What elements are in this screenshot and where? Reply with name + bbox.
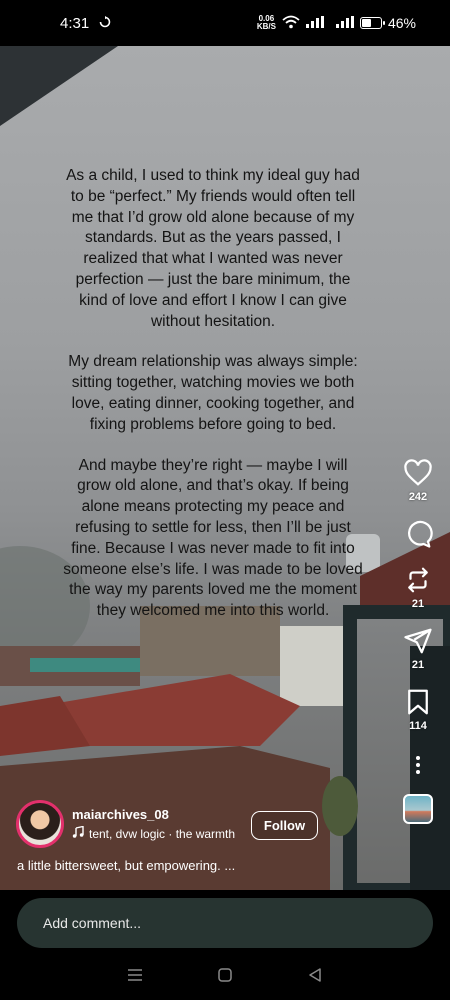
status-left: 4:31 (60, 15, 111, 32)
share-count: 21 (411, 659, 425, 671)
status-right: 0.06 KB/S 46% (257, 15, 416, 32)
back-button[interactable] (295, 955, 335, 995)
roof-edge-top (0, 46, 118, 126)
battery-fill (361, 19, 372, 27)
bookmark-icon (408, 689, 428, 715)
recent-apps-icon (128, 969, 142, 981)
audio-thumbnail[interactable] (403, 794, 433, 824)
comment-button[interactable] (403, 519, 433, 549)
repost-count: 21 (411, 598, 425, 610)
home-icon (218, 968, 232, 982)
wifi-icon (282, 15, 300, 32)
recent-apps-button[interactable] (115, 955, 155, 995)
username[interactable]: maiarchives_08 (72, 807, 242, 822)
share-button[interactable]: 21 (403, 626, 433, 671)
save-button[interactable]: 114 (403, 687, 433, 732)
system-nav-bar (0, 950, 450, 1000)
back-icon (309, 968, 321, 982)
net-speed: 0.06 KB/S (257, 15, 276, 31)
comment-placeholder: Add comment... (43, 915, 142, 931)
author-block: maiarchives_08 tent, dvw logic · the war… (16, 800, 242, 848)
home-button[interactable] (205, 955, 245, 995)
comment-input[interactable]: Add comment... (17, 898, 433, 948)
heart-icon (404, 459, 432, 486)
audio-title: tent, dvw logic · the warmth (89, 826, 236, 841)
like-count: 242 (408, 491, 428, 503)
save-count: 114 (409, 720, 427, 732)
audio-line[interactable]: tent, dvw logic · the warmth (72, 826, 242, 841)
reel-video[interactable]: As a child, I used to think my ideal guy… (0, 46, 450, 890)
action-rail: 242 21 21 114 (400, 458, 436, 824)
follow-button[interactable]: Follow (251, 811, 318, 840)
plant (322, 776, 358, 836)
sync-icon (99, 15, 111, 32)
overlay-paragraph-2: My dream relationship was always simple:… (68, 353, 358, 433)
status-bar: 4:31 0.06 KB/S 46% (0, 0, 450, 46)
overlay-paragraph-1: As a child, I used to think my ideal guy… (66, 167, 360, 330)
music-note-icon (72, 826, 84, 841)
more-icon[interactable] (416, 756, 420, 774)
battery-icon (359, 17, 385, 29)
author-info: maiarchives_08 tent, dvw logic · the war… (72, 807, 242, 841)
signal-icon (305, 15, 330, 31)
avatar[interactable] (16, 800, 64, 848)
clock: 4:31 (60, 14, 90, 32)
repost-button[interactable]: 21 (403, 565, 433, 610)
net-speed-unit: KB/S (256, 22, 276, 31)
roof-teal (30, 658, 140, 672)
comment-icon (408, 520, 433, 548)
send-icon (404, 628, 432, 654)
like-button[interactable]: 242 (403, 458, 433, 503)
battery-percent: 46% (387, 15, 416, 31)
overlay-paragraph-3: And maybe they’re right — maybe I will g… (63, 456, 363, 620)
post-caption[interactable]: a little bittersweet, but empowering. ..… (17, 858, 235, 873)
signal-icon-2 (335, 15, 354, 31)
overlay-text: As a child, I used to think my ideal guy… (62, 166, 364, 642)
repost-icon (408, 567, 428, 593)
